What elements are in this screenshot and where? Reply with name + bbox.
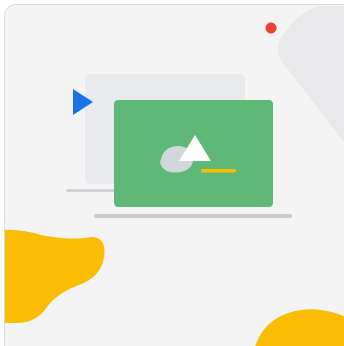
slide-yellow-underline bbox=[201, 169, 236, 173]
notification-dot-icon bbox=[265, 22, 277, 34]
front-window-shadow-line bbox=[94, 214, 292, 218]
corner-decor-shape bbox=[277, 6, 344, 142]
illustration-canvas bbox=[5, 6, 344, 346]
illustration-card bbox=[4, 4, 344, 346]
back-window-shadow-line bbox=[66, 189, 118, 192]
image-slide-icon bbox=[114, 100, 273, 207]
yellow-blob-left bbox=[5, 229, 105, 323]
yellow-blob-right bbox=[255, 309, 344, 346]
